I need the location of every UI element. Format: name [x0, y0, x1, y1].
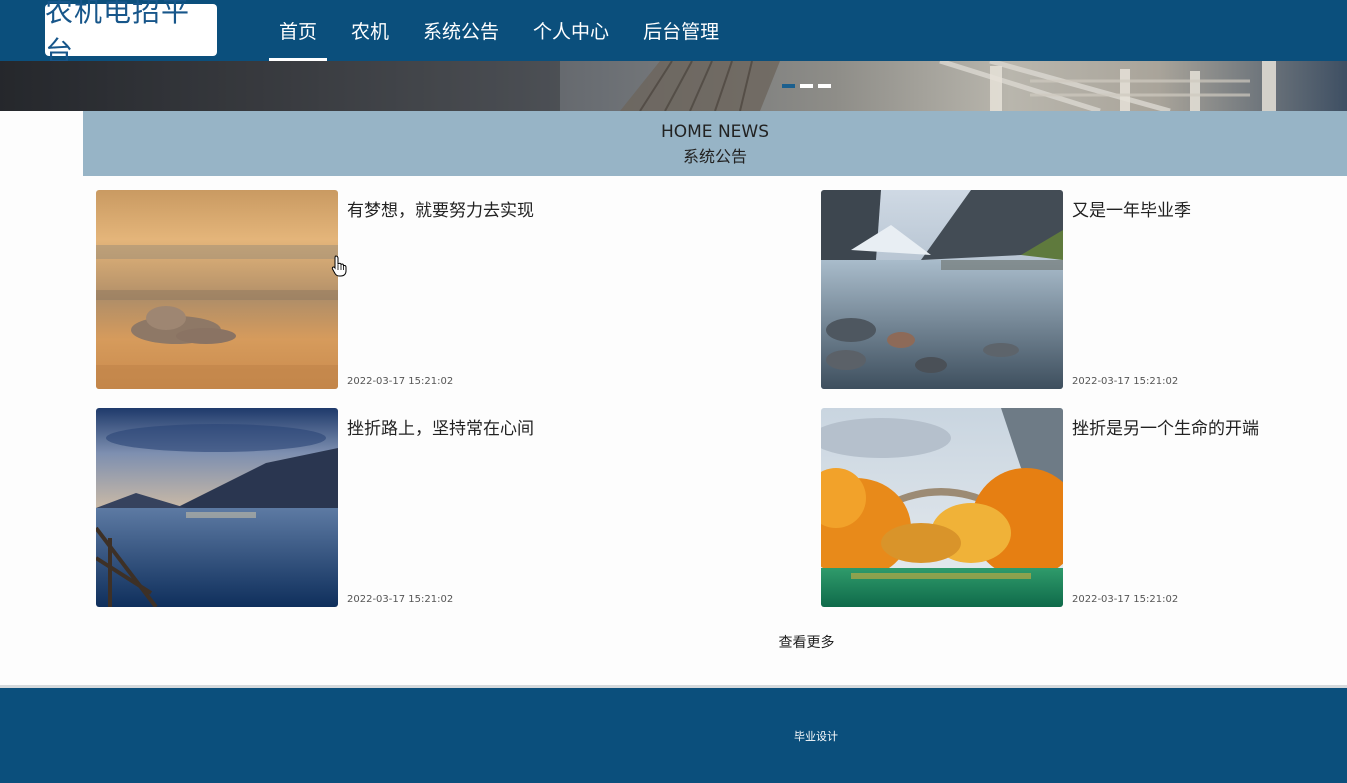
- section-title-en: HOME NEWS: [660, 122, 770, 142]
- footer: 毕业设计: [0, 688, 1347, 783]
- news-date: 2022-03-17 15:21:02: [347, 376, 454, 387]
- main-nav: 首页 农机 系统公告 个人中心 后台管理: [262, 0, 736, 61]
- news-card[interactable]: 挫折路上，坚持常在心间 2022-03-17 15:21:02: [96, 408, 786, 608]
- nav-item-personal-center[interactable]: 个人中心: [516, 0, 626, 61]
- news-date: 2022-03-17 15:21:02: [1072, 376, 1179, 387]
- nav-item-admin[interactable]: 后台管理: [626, 0, 736, 61]
- section-title-zh: 系统公告: [682, 147, 747, 166]
- autumn-bridge-image: [821, 408, 1063, 607]
- page: 农机电招平台 首页 农机 系统公告 个人中心 后台管理 HOME NEWS 系统…: [0, 0, 1347, 783]
- news-card[interactable]: 有梦想，就要努力去实现 2022-03-17 15:21:02: [96, 190, 786, 390]
- news-title[interactable]: 挫折是另一个生命的开端: [1072, 414, 1259, 439]
- carousel-dot-2[interactable]: [800, 84, 813, 88]
- news-card[interactable]: 又是一年毕业季 2022-03-17 15:21:02: [821, 190, 1347, 390]
- news-card[interactable]: 挫折是另一个生命的开端 2022-03-17 15:21:02: [821, 408, 1347, 608]
- nav-item-announcements[interactable]: 系统公告: [406, 0, 516, 61]
- view-more-link[interactable]: 查看更多: [0, 632, 1347, 652]
- news-date: 2022-03-17 15:21:02: [1072, 594, 1179, 605]
- carousel-dot-1[interactable]: [782, 84, 795, 88]
- news-title[interactable]: 挫折路上，坚持常在心间: [347, 414, 534, 439]
- banner-image: [0, 61, 1276, 111]
- carousel-indicators: [782, 84, 831, 88]
- news-date: 2022-03-17 15:21:02: [347, 594, 454, 605]
- site-logo[interactable]: 农机电招平台: [45, 0, 217, 68]
- footer-text: 毕业设计: [794, 730, 838, 743]
- mountain-river-image: [821, 190, 1063, 389]
- news-thumbnail[interactable]: [96, 190, 338, 389]
- news-section-header: HOME NEWS 系统公告: [83, 111, 1347, 176]
- news-title[interactable]: 又是一年毕业季: [1072, 196, 1191, 221]
- banner-carousel[interactable]: [0, 61, 1347, 111]
- nav-item-machinery[interactable]: 农机: [334, 0, 406, 61]
- news-thumbnail[interactable]: [96, 408, 338, 607]
- top-navbar: 农机电招平台 首页 农机 系统公告 个人中心 后台管理: [0, 0, 1347, 68]
- news-thumbnail[interactable]: [821, 190, 1063, 389]
- carousel-dot-3[interactable]: [818, 84, 831, 88]
- lake-dusk-image: [96, 408, 338, 607]
- news-title[interactable]: 有梦想，就要努力去实现: [347, 196, 534, 221]
- nav-item-home[interactable]: 首页: [262, 0, 334, 61]
- sunset-clouds-image: [96, 190, 338, 389]
- news-thumbnail[interactable]: [821, 408, 1063, 607]
